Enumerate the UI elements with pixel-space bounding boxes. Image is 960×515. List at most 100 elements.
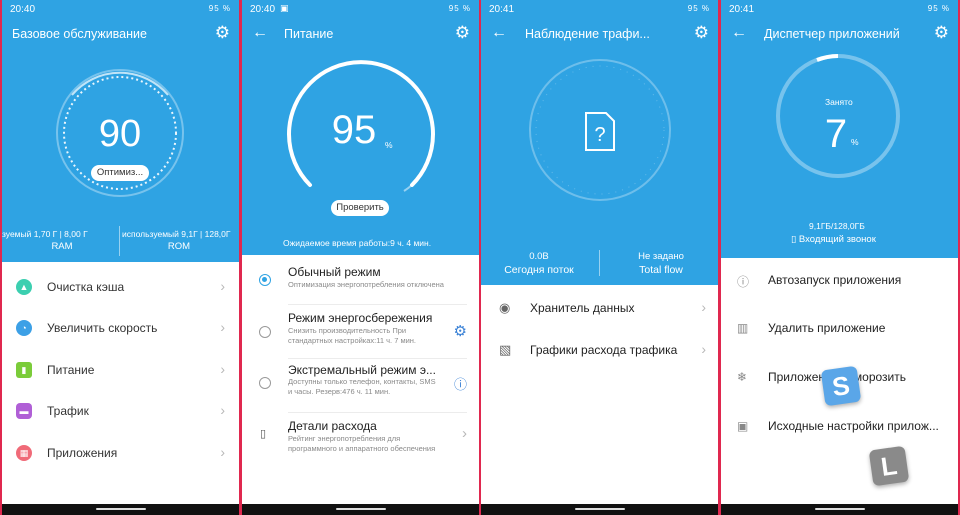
today-label: Сегодня поток bbox=[504, 264, 574, 276]
panel-power: 20:40 ▣ 95 % ← Питание ⚙ 95 % Проверить … bbox=[242, 0, 479, 515]
home-handle[interactable] bbox=[574, 508, 625, 510]
chevron-right-icon: › bbox=[701, 341, 706, 357]
menu-item-label: Исходные настройки прилож... bbox=[768, 419, 939, 433]
mode-power-saving[interactable]: Режим энергосбережения Снизить производи… bbox=[242, 309, 479, 359]
mode-title: Обычный режим bbox=[288, 265, 381, 279]
storage-percent: 7 bbox=[824, 112, 848, 156]
menu-item-cache[interactable]: ▲ Очистка кэша › bbox=[2, 267, 239, 307]
radio-unselected[interactable] bbox=[259, 377, 271, 389]
menu-item-autostart[interactable]: ⓘ Автозапуск приложения bbox=[721, 260, 958, 300]
menu-item-label: Трафик bbox=[47, 404, 89, 418]
radio-unselected[interactable] bbox=[259, 326, 271, 338]
menu-item-apps[interactable]: ▦ Приложения › bbox=[2, 433, 239, 473]
info-icon[interactable]: ⓘ bbox=[454, 374, 467, 393]
divider bbox=[119, 226, 120, 256]
battery-icon: ▮ bbox=[16, 362, 32, 378]
watermark-logo: L bbox=[868, 445, 910, 487]
battery-detail-icon: ▯ bbox=[260, 428, 267, 440]
divider bbox=[288, 412, 467, 413]
watermark-logo: S bbox=[820, 365, 862, 407]
battery-estimate: Ожидаемое время работы:9 ч. 4 мин. bbox=[283, 238, 432, 248]
chevron-right-icon: › bbox=[220, 319, 225, 335]
chevron-right-icon: › bbox=[462, 425, 467, 442]
ram-usage: зуемый 1,70 Г | 8,00 Г bbox=[2, 229, 88, 239]
percent-sign: % bbox=[851, 137, 859, 147]
trash-icon: ▥ bbox=[737, 321, 749, 335]
mode-extreme[interactable]: Экстремальный режим э... Доступны только… bbox=[242, 361, 479, 411]
mode-title: Экстремальный режим э... bbox=[288, 363, 436, 377]
menu-item-data-saver[interactable]: ◉ Хранитель данных › bbox=[481, 288, 718, 328]
traffic-ring: ? bbox=[529, 59, 671, 201]
mode-title: Детали расхода bbox=[288, 419, 377, 433]
mode-desc: Снизить производительность При стандартн… bbox=[288, 326, 417, 345]
total-value: Не задано bbox=[638, 251, 684, 262]
incoming-call-row: ▯ Входящий звонок bbox=[791, 234, 876, 245]
chevron-right-icon: › bbox=[701, 299, 706, 315]
nav-bar bbox=[481, 504, 718, 515]
menu-item-power[interactable]: ▮ Питание › bbox=[2, 350, 239, 390]
ram-label: RAM bbox=[51, 241, 73, 252]
hero-area: 20:41 95 % ← Диспетчер приложений ⚙ Заня… bbox=[721, 0, 958, 258]
storage-amount: 9,1ГБ/128,0ГБ bbox=[809, 221, 865, 231]
info-icon: ⓘ bbox=[737, 275, 750, 289]
chart-icon: ▧ bbox=[499, 342, 512, 357]
battery-percent: 95 bbox=[331, 108, 377, 152]
percent-sign: % bbox=[385, 140, 393, 150]
menu-item-traffic[interactable]: ▬ Трафик › bbox=[2, 391, 239, 431]
menu-item-uninstall[interactable]: ▥ Удалить приложение bbox=[721, 308, 958, 348]
rom-label: ROM bbox=[167, 241, 191, 252]
divider bbox=[599, 250, 600, 276]
mode-desc: Рейтинг энергопотребления для программно… bbox=[288, 434, 436, 453]
menu-item-speed[interactable]: ◔ Увеличить скорость › bbox=[2, 308, 239, 348]
divider bbox=[288, 304, 467, 305]
chevron-right-icon: › bbox=[220, 402, 225, 418]
snowflake-icon: ❄ bbox=[737, 370, 748, 384]
phone-icon: ▯ bbox=[791, 234, 799, 245]
menu-item-label: Питание bbox=[47, 363, 95, 377]
panel-app-manager: 20:41 95 % ← Диспетчер приложений ⚙ Заня… bbox=[721, 0, 958, 515]
home-handle[interactable] bbox=[814, 508, 865, 510]
mode-title: Режим энергосбережения bbox=[288, 311, 433, 325]
occupied-label: Занято bbox=[825, 97, 853, 107]
mode-desc: Оптимизация энергопотребления отключена bbox=[288, 280, 444, 289]
panel-traffic: 20:41 95 % ← Наблюдение трафи... ⚙ ? 0.0… bbox=[481, 0, 718, 515]
chevron-right-icon: › bbox=[220, 278, 225, 294]
incoming-call-label: Входящий звонок bbox=[798, 234, 876, 245]
home-handle[interactable] bbox=[95, 508, 146, 510]
lock-icon: ▣ bbox=[737, 419, 749, 433]
mode-normal[interactable]: Обычный режим Оптимизация энергопотребле… bbox=[242, 263, 479, 308]
menu-item-label: Графики расхода трафика bbox=[530, 343, 678, 357]
menu-item-label: Автозапуск приложения bbox=[768, 273, 902, 287]
gear-icon[interactable]: ⚙ bbox=[454, 322, 467, 340]
shield-icon: ◉ bbox=[499, 300, 511, 315]
radio-selected[interactable] bbox=[259, 274, 271, 286]
chevron-right-icon: › bbox=[220, 444, 225, 460]
home-handle[interactable] bbox=[335, 508, 386, 510]
panel-basic-maintenance: 20:40 95 % Базовое обслуживание ⚙ 90 Опт… bbox=[2, 0, 239, 515]
optimize-button[interactable]: Оптимиз... bbox=[91, 165, 149, 181]
check-button[interactable]: Проверить bbox=[331, 200, 389, 216]
chevron-right-icon: › bbox=[220, 361, 225, 377]
menu-item-label: Увеличить скорость bbox=[47, 321, 158, 335]
usage-details[interactable]: ▯ Детали расхода Рейтинг энергопотреблен… bbox=[242, 417, 479, 462]
mode-desc: Доступны только телефон, контакты, SMS и… bbox=[288, 377, 436, 396]
nav-bar bbox=[721, 504, 958, 515]
hero-area: 20:40 ▣ 95 % ← Питание ⚙ 95 % Проверить … bbox=[242, 0, 479, 255]
today-value: 0.0B bbox=[529, 251, 549, 262]
total-label: Total flow bbox=[639, 264, 683, 276]
speedometer-icon: ◔ bbox=[16, 320, 32, 336]
menu-item-label: Хранитель данных bbox=[530, 301, 635, 315]
nav-bar bbox=[2, 504, 239, 515]
sim-question-icon: ? bbox=[594, 124, 605, 146]
apps-icon: ▦ bbox=[16, 445, 32, 461]
hero-area: 20:41 95 % ← Наблюдение трафи... ⚙ ? 0.0… bbox=[481, 0, 718, 285]
menu-item-label: Очистка кэша bbox=[47, 280, 125, 294]
menu-item-traffic-charts[interactable]: ▧ Графики расхода трафика › bbox=[481, 330, 718, 370]
rom-usage: используемый 9,1Г | 128,0Г bbox=[122, 229, 231, 239]
hero-area: 20:40 95 % Базовое обслуживание ⚙ 90 Опт… bbox=[2, 0, 239, 262]
nav-bar bbox=[242, 504, 479, 515]
menu-item-label: Удалить приложение bbox=[768, 321, 886, 335]
score-value: 90 bbox=[98, 113, 142, 155]
traffic-icon: ▬ bbox=[16, 403, 32, 419]
menu-item-reset-defaults[interactable]: ▣ Исходные настройки прилож... bbox=[721, 406, 958, 446]
